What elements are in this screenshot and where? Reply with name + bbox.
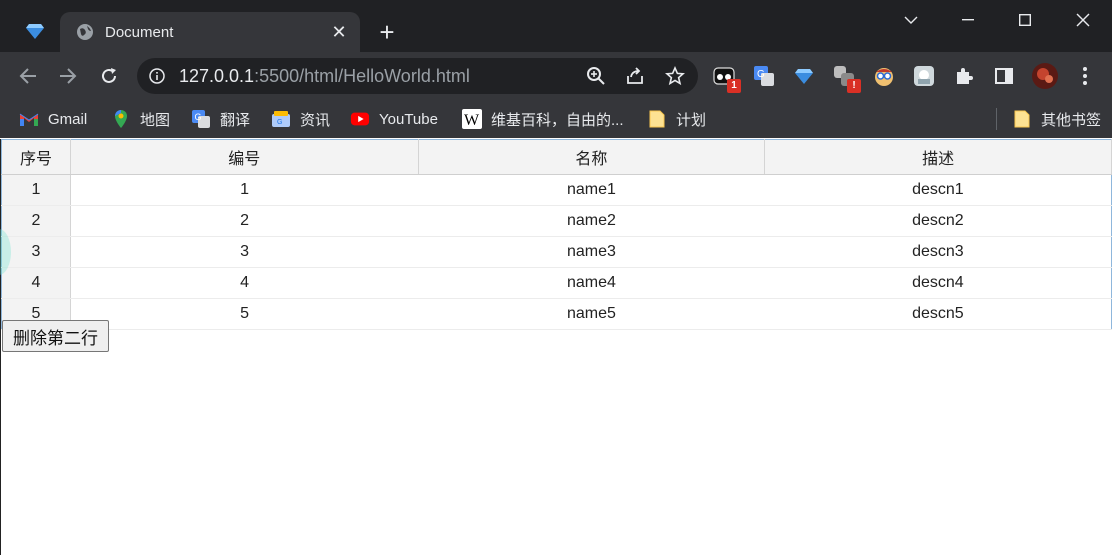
maximize-icon[interactable] <box>1011 6 1039 34</box>
info-icon[interactable] <box>149 68 165 84</box>
row-index-cell: 3 <box>1 236 71 268</box>
row-index-cell: 2 <box>1 205 71 237</box>
bookmark-maps[interactable]: 地图 <box>111 108 170 130</box>
svg-text:W: W <box>464 112 480 129</box>
description-cell: descn2 <box>764 205 1112 237</box>
tab-title: Document <box>105 24 174 41</box>
number-cell: 1 <box>70 174 419 206</box>
column-header-index: 序号 <box>1 139 71 175</box>
description-cell: descn3 <box>764 236 1112 268</box>
table-row[interactable]: 5 5 name5 descn5 <box>1 298 1112 330</box>
column-header-name: 名称 <box>418 139 766 175</box>
folder-icon <box>1012 109 1032 129</box>
bookmark-youtube[interactable]: YouTube <box>350 108 438 130</box>
table-row[interactable]: 4 4 name4 descn4 <box>1 267 1112 299</box>
bookmark-folder-plan[interactable]: 计划 <box>647 108 706 130</box>
side-panel-icon[interactable] <box>993 65 1015 87</box>
bookmark-gmail[interactable]: Gmail <box>19 108 87 130</box>
number-cell: 4 <box>70 267 419 299</box>
extension-alert-badge: ! <box>847 79 861 93</box>
google-translate-icon[interactable]: G <box>753 65 775 87</box>
youtube-icon <box>350 109 370 129</box>
close-icon[interactable]: ✕ <box>328 21 350 43</box>
url-path: :5500/html/HelloWorld.html <box>254 66 470 86</box>
name-cell: name4 <box>418 267 765 299</box>
bookmark-label: 翻译 <box>220 111 251 129</box>
bookmark-wikipedia[interactable]: W 维基百科，自由的... <box>462 108 624 130</box>
folder-icon <box>647 109 667 129</box>
name-cell: name5 <box>418 298 765 330</box>
share-icon[interactable] <box>623 64 647 88</box>
other-bookmarks[interactable]: 其他书签 <box>1012 108 1101 130</box>
table-row[interactable]: 1 1 name1 descn1 <box>1 174 1112 206</box>
svg-text:G: G <box>195 112 202 122</box>
row-index-cell: 4 <box>1 267 71 299</box>
gem-icon[interactable] <box>24 20 46 42</box>
bookmark-label: YouTube <box>379 110 438 128</box>
row-index-cell: 1 <box>1 174 71 206</box>
wechat-extension-icon[interactable] <box>913 65 935 87</box>
window-close-icon[interactable] <box>1069 6 1097 34</box>
bookmark-label: 资讯 <box>300 111 331 129</box>
description-cell: descn1 <box>764 174 1112 206</box>
table-row[interactable]: 2 2 name2 descn2 <box>1 205 1112 237</box>
bookmark-translate[interactable]: G 翻译 <box>191 108 250 130</box>
news-icon: G <box>271 109 291 129</box>
data-table: 序号 编号 名称 描述 1 1 name1 descn1 2 2 name2 d… <box>1 139 1112 330</box>
tab-strip: Document ✕ + <box>0 0 1112 52</box>
bookmark-label: 地图 <box>140 111 171 129</box>
gmail-icon <box>19 109 39 129</box>
tab-document[interactable]: Document ✕ <box>60 12 360 52</box>
translate-icon: G <box>191 109 211 129</box>
table-header-row: 序号 编号 名称 描述 <box>1 139 1112 175</box>
extension-squares-icon[interactable]: ! <box>833 65 861 93</box>
number-cell: 5 <box>70 298 419 330</box>
mascot-extension-icon[interactable] <box>873 65 895 87</box>
reload-icon[interactable] <box>97 64 121 88</box>
address-bar[interactable]: 127.0.0.1:5500/html/HelloWorld.html <box>137 58 698 94</box>
name-cell: name2 <box>418 205 765 237</box>
bookmark-label: 计划 <box>676 111 707 129</box>
bookmark-label: Gmail <box>48 110 88 128</box>
wikipedia-icon: W <box>462 109 482 129</box>
bookmark-label: 维基百科，自由的... <box>491 111 624 129</box>
name-cell: name3 <box>418 236 765 268</box>
new-tab-button[interactable]: + <box>373 18 401 46</box>
extension-eyes-icon[interactable]: 1 <box>713 65 741 93</box>
number-cell: 3 <box>70 236 419 268</box>
more-menu-icon[interactable] <box>1074 65 1096 87</box>
description-cell: descn4 <box>764 267 1112 299</box>
puzzle-icon[interactable] <box>953 65 975 87</box>
number-cell: 2 <box>70 205 419 237</box>
chevron-down-icon[interactable] <box>897 6 925 34</box>
description-cell: descn5 <box>764 298 1112 330</box>
bookmark-divider <box>996 108 997 130</box>
delete-second-row-button[interactable]: 删除第二行 <box>2 320 109 352</box>
column-header-number: 编号 <box>70 139 419 175</box>
table-row[interactable]: 3 3 name3 descn3 <box>1 236 1112 268</box>
bookmarks-bar: Gmail 地图 G 翻译 G 资讯 YouTube W 维基百科，自由的... <box>0 100 1112 138</box>
maps-icon <box>111 109 131 129</box>
zoom-icon[interactable] <box>584 64 608 88</box>
forward-icon[interactable] <box>56 64 80 88</box>
name-cell: name1 <box>418 174 765 206</box>
other-bookmarks-label: 其他书签 <box>1041 111 1102 129</box>
svg-text:G: G <box>277 119 282 126</box>
browser-toolbar: 127.0.0.1:5500/html/HelloWorld.html 1 G … <box>0 52 1112 100</box>
column-header-description: 描述 <box>764 139 1112 175</box>
url-host: 127.0.0.1 <box>179 66 255 86</box>
url-text: 127.0.0.1:5500/html/HelloWorld.html <box>179 66 470 87</box>
minimize-icon[interactable] <box>954 6 982 34</box>
gem-extension-icon[interactable] <box>793 65 815 87</box>
bookmark-news[interactable]: G 资讯 <box>271 108 330 130</box>
page-content: 序号 编号 名称 描述 1 1 name1 descn1 2 2 name2 d… <box>0 139 1112 555</box>
globe-icon <box>76 23 94 41</box>
back-icon[interactable] <box>16 64 40 88</box>
extension-badge: 1 <box>727 79 741 93</box>
star-icon[interactable] <box>663 64 687 88</box>
svg-text:G: G <box>757 69 765 80</box>
avatar[interactable] <box>1032 63 1058 89</box>
